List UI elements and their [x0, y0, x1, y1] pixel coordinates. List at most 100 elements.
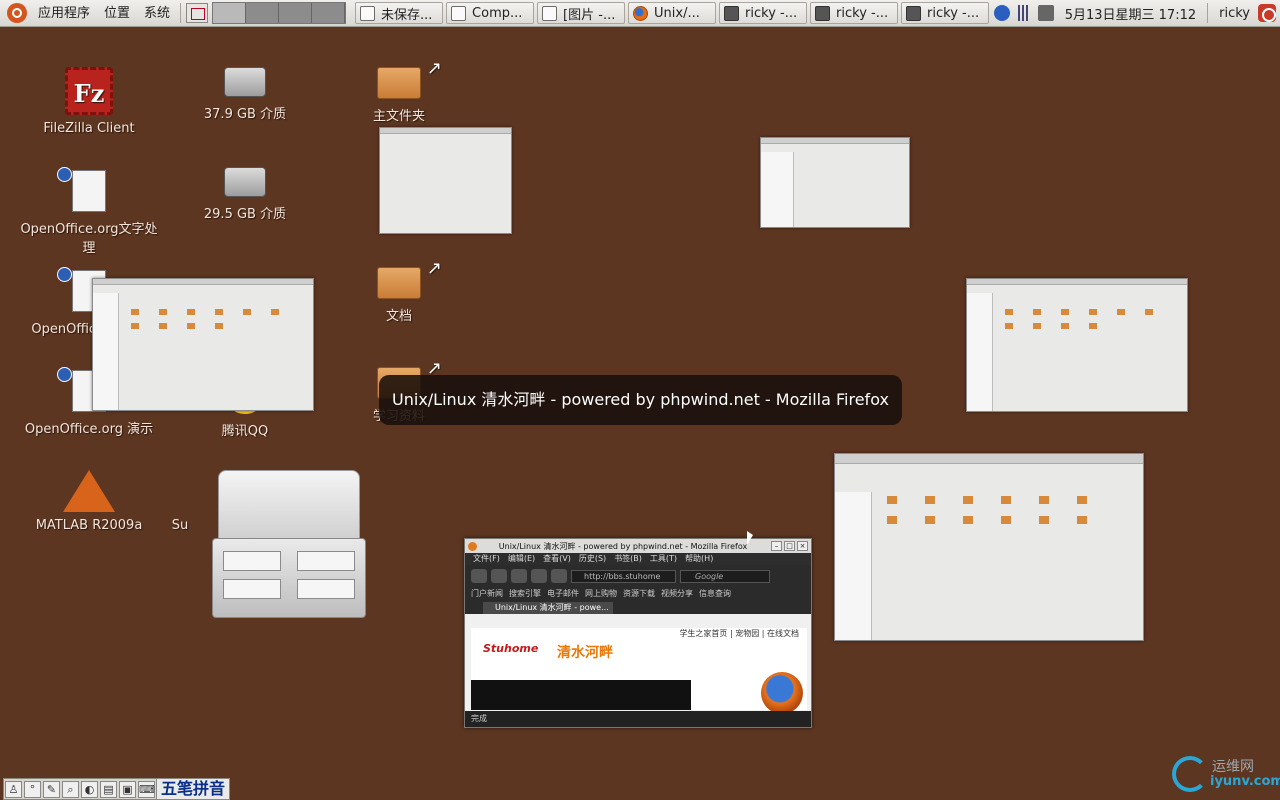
- system-tray: 5月13日星期三 17:12 ricky: [991, 3, 1280, 23]
- window-thumbnail-filemanager-1[interactable]: [760, 137, 910, 228]
- maximize-button[interactable]: □: [784, 541, 795, 551]
- menu-edit[interactable]: 编辑(E): [508, 553, 535, 565]
- desktop-icon-label: 主文件夹: [372, 109, 425, 124]
- task-button[interactable]: [图片 -...: [537, 2, 626, 24]
- search-box[interactable]: Google: [680, 569, 770, 583]
- desktop-icon-label: 29.5 GB 介质: [203, 207, 287, 222]
- bluetooth-icon[interactable]: [993, 5, 1010, 21]
- bookmark-item[interactable]: 视频分享: [661, 587, 693, 600]
- fullwidth-icon[interactable]: ◐: [81, 780, 98, 798]
- ime-name[interactable]: 五笔拼音: [156, 779, 230, 799]
- menu-applications[interactable]: 应用程序: [31, 0, 97, 27]
- window-thumbnail-filemanager-3[interactable]: [966, 278, 1188, 412]
- folder-icon: [1033, 323, 1041, 329]
- penguin-icon[interactable]: ♙: [5, 780, 22, 798]
- volume-icon[interactable]: [1037, 5, 1054, 21]
- firefox-titlebar: Unix/Linux 清水河畔 - powered by phpwind.net…: [465, 539, 811, 553]
- task-button[interactable]: 未保存...: [355, 2, 444, 24]
- forward-button[interactable]: [491, 569, 507, 583]
- bookmark-item[interactable]: 搜索引擎: [509, 587, 541, 600]
- task-label: ricky -...: [745, 5, 798, 21]
- task-button[interactable]: ricky -...: [901, 2, 990, 24]
- task-label: 未保存...: [381, 7, 433, 23]
- user-menu[interactable]: ricky: [1211, 6, 1254, 21]
- desktop-icon-drive-1[interactable]: 37.9 GB 介质: [170, 67, 320, 122]
- desktop-icon-label: 文档: [385, 309, 412, 324]
- minimize-button[interactable]: –: [771, 541, 782, 551]
- workspace-3[interactable]: [279, 3, 313, 23]
- settings-icon[interactable]: ▣: [119, 780, 136, 798]
- close-button[interactable]: ×: [797, 541, 808, 551]
- workspace-switcher[interactable]: [212, 2, 347, 24]
- workspace-2[interactable]: [246, 3, 280, 23]
- home-button[interactable]: [551, 569, 567, 583]
- traditional-icon[interactable]: ⌕: [62, 780, 79, 798]
- terminal-icon: [724, 5, 740, 21]
- menu-places[interactable]: 位置: [97, 0, 137, 27]
- folder-icon: [1089, 323, 1097, 329]
- menu-history[interactable]: 历史(S): [579, 553, 606, 565]
- tab-active[interactable]: Unix/Linux 清水河畔 - powe...: [483, 602, 613, 614]
- keyboard-icon[interactable]: ⌨: [138, 780, 155, 798]
- workspace-4[interactable]: [312, 3, 346, 23]
- task-button[interactable]: Comp...: [446, 2, 535, 24]
- back-button[interactable]: [471, 569, 487, 583]
- folder-icon: [1117, 309, 1125, 315]
- bookmark-item[interactable]: 信息查询: [699, 587, 731, 600]
- folder-icon: [1077, 496, 1087, 504]
- bookmark-item[interactable]: 电子邮件: [547, 587, 579, 600]
- reload-button[interactable]: [511, 569, 527, 583]
- bookmark-item[interactable]: 门户新闻: [471, 587, 503, 600]
- ubuntu-logo-icon[interactable]: [7, 3, 27, 23]
- workspace-1[interactable]: [213, 3, 247, 23]
- desktop-icon-documents-folder[interactable]: ↗ 文档: [324, 258, 474, 324]
- thumbnail-sidebar: [761, 152, 794, 227]
- desktop-icon-filezilla[interactable]: Fz FileZilla Client: [14, 67, 164, 136]
- watermark-en: iyunv.com: [1210, 774, 1280, 789]
- image-icon: [542, 5, 558, 21]
- window-thumbnail-editor[interactable]: [379, 127, 512, 234]
- punctuation-icon[interactable]: °: [24, 780, 41, 798]
- cabinet-drawer: [297, 579, 355, 599]
- site-watermark: 运维网 iyunv.com: [1172, 752, 1280, 796]
- stuhome-logo[interactable]: Stuhome: [483, 642, 538, 655]
- menu-tools[interactable]: 工具(T): [650, 553, 677, 565]
- network-icon[interactable]: [1015, 5, 1032, 21]
- desktop-icon-drive-2[interactable]: 29.5 GB 介质: [170, 167, 320, 222]
- watermark-cn: 运维网: [1212, 759, 1254, 775]
- desktop-icon-oo-writer[interactable]: OpenOffice.org文字处理: [14, 167, 164, 256]
- qingshuihepan-logo[interactable]: 清水河畔: [557, 642, 613, 662]
- menu-file[interactable]: 文件(F): [473, 553, 500, 565]
- window-thumbnail-firefox[interactable]: Unix/Linux 清水河畔 - powered by phpwind.net…: [464, 538, 812, 728]
- window-thumbnail-filemanager-4[interactable]: [834, 453, 1144, 641]
- file-cabinet-icon[interactable]: [212, 470, 366, 618]
- drive-icon: [224, 67, 266, 97]
- matlab-icon: [63, 470, 115, 512]
- show-desktop-icon[interactable]: [186, 3, 209, 23]
- task-button[interactable]: ricky -...: [719, 2, 808, 24]
- site-top-links[interactable]: 学生之家首页 | 宠物园 | 在线文档: [471, 628, 807, 639]
- stop-button[interactable]: [531, 569, 547, 583]
- badge-icon: [57, 367, 72, 382]
- task-button[interactable]: ricky -...: [810, 2, 899, 24]
- folder-icon: [925, 496, 935, 504]
- menu-system[interactable]: 系统: [137, 0, 177, 27]
- task-button[interactable]: Unix/...: [628, 2, 717, 24]
- firefox-statusbar: 完成: [465, 711, 811, 727]
- folder-icon: [1033, 309, 1041, 315]
- menu-view[interactable]: 查看(V): [543, 553, 571, 565]
- firefox-menubar: 文件(F) 编辑(E) 查看(V) 历史(S) 书签(B) 工具(T) 帮助(H…: [465, 553, 811, 565]
- folder-icon: [131, 309, 139, 315]
- clock[interactable]: 5月13日星期三 17:12: [1057, 4, 1204, 23]
- window-thumbnail-filemanager-2[interactable]: [92, 278, 314, 411]
- simplified-icon[interactable]: ✎: [43, 780, 60, 798]
- folder-icon: [887, 496, 897, 504]
- lookup-icon[interactable]: ▤: [100, 780, 117, 798]
- power-icon[interactable]: [1258, 4, 1276, 22]
- menu-help[interactable]: 帮助(H): [685, 553, 713, 565]
- url-bar[interactable]: http://bbs.stuhome: [571, 569, 676, 583]
- bookmark-item[interactable]: 网上购物: [585, 587, 617, 600]
- bookmark-item[interactable]: 资源下载: [623, 587, 655, 600]
- menu-bookmarks[interactable]: 书签(B): [614, 553, 642, 565]
- desktop-icon-home-folder[interactable]: ↗ 主文件夹: [324, 58, 474, 124]
